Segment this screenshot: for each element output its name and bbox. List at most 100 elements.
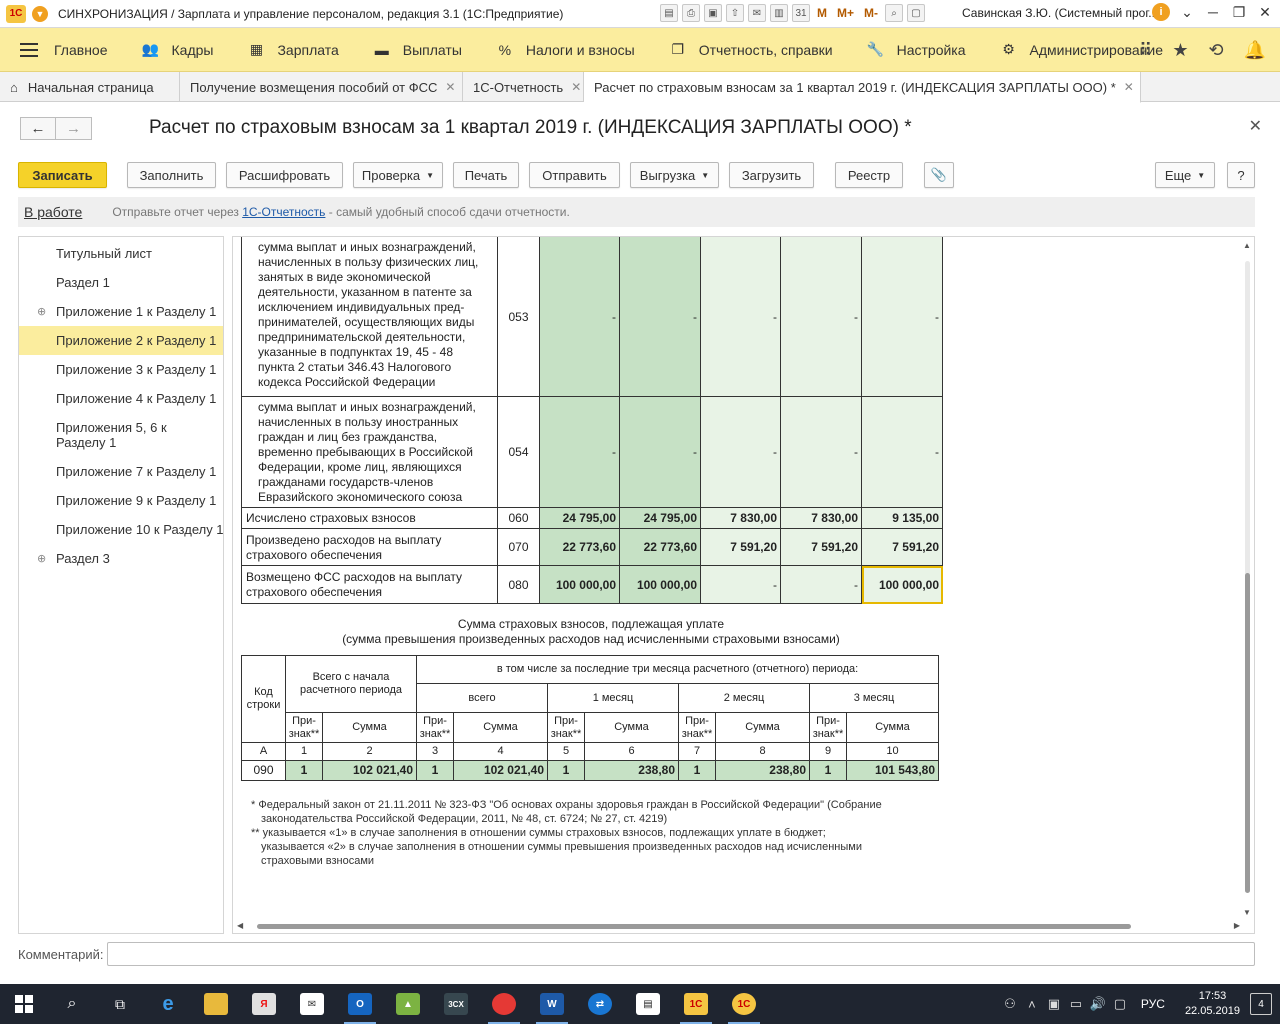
scroll-thumb[interactable]	[257, 924, 1131, 929]
cell-value[interactable]: 7 830,00	[780, 507, 862, 529]
scroll-up-icon[interactable]: ▲	[1243, 241, 1251, 250]
notifications-bell-icon[interactable]: 🔔	[1244, 40, 1266, 61]
task-view-button[interactable]: ⧉	[96, 984, 144, 1024]
nav-item-appendix-4[interactable]: Приложение 4 к Разделу 1	[19, 384, 223, 413]
cell-value[interactable]: 9 135,00	[861, 507, 943, 529]
restore-icon[interactable]: ❐	[1230, 4, 1248, 21]
chevron-up-icon[interactable]: ˄	[1021, 997, 1043, 1012]
cell-value[interactable]: -	[861, 237, 943, 397]
nav-item-appendix-9[interactable]: Приложение 9 к Разделу 1	[19, 486, 223, 515]
expand-plus-icon[interactable]: ⊕	[37, 305, 46, 320]
tab-insurance-report[interactable]: Расчет по страховым взносам за 1 квартал…	[584, 72, 1141, 103]
cell-value[interactable]: 100 000,00	[619, 565, 701, 604]
people-icon[interactable]: ⚇	[999, 996, 1021, 1012]
search-icon[interactable]: ⌕	[885, 4, 904, 22]
taskbar-app-edge[interactable]: e	[144, 984, 192, 1024]
print-button[interactable]: Печать	[453, 162, 519, 188]
favorites-star-icon[interactable]: ★	[1172, 40, 1188, 61]
taskbar-app-yandex[interactable]: Я	[240, 984, 288, 1024]
nav-item-appendix-3[interactable]: Приложение 3 к Разделу 1	[19, 355, 223, 384]
taskbar-app-explorer[interactable]	[192, 984, 240, 1024]
memory-button[interactable]: M	[814, 6, 830, 20]
cell-value[interactable]: 7 591,20	[861, 528, 943, 566]
system-clock[interactable]: 17:53 22.05.2019	[1185, 989, 1240, 1019]
tab-close-icon[interactable]: ✕	[1124, 80, 1134, 94]
cell-value[interactable]: 24 795,00	[539, 507, 620, 529]
upload-button[interactable]: Загрузить	[729, 162, 814, 188]
attachment-button[interactable]: 📎	[924, 162, 954, 188]
taskbar-app-1c[interactable]: 1С	[672, 984, 720, 1024]
display-icon[interactable]: ▭	[1065, 996, 1087, 1012]
info-icon[interactable]: i	[1152, 3, 1170, 21]
cell-value[interactable]: 7 830,00	[700, 507, 781, 529]
apps-grid-icon[interactable]: ⠿	[1139, 40, 1152, 61]
menu-item-staff[interactable]: 👥 Кадры	[142, 41, 214, 59]
nav-item-section-1[interactable]: Раздел 1	[19, 268, 223, 297]
print-icon[interactable]: ⎙	[682, 4, 700, 22]
cell-value[interactable]: -	[780, 396, 862, 508]
more-dropdown-button[interactable]: Еще ▼	[1155, 162, 1215, 188]
start-button[interactable]	[0, 984, 48, 1024]
network-icon[interactable]: ▣	[1043, 996, 1065, 1012]
taskbar-app-mail[interactable]: ✉	[288, 984, 336, 1024]
scroll-thumb[interactable]	[1245, 573, 1250, 893]
nav-item-appendix-5-6[interactable]: Приложения 5, 6 к Разделу 1	[19, 413, 223, 457]
save-doc-icon[interactable]: ▤	[660, 4, 678, 22]
menu-item-settings[interactable]: 🔧 Настройка	[867, 41, 966, 59]
registry-button[interactable]: Реестр	[835, 162, 903, 188]
app-menu-icon[interactable]: ▼	[32, 5, 48, 22]
tab-close-icon[interactable]: ✕	[571, 80, 581, 94]
cell-value[interactable]: -	[780, 565, 862, 604]
menu-item-main[interactable]: Главное	[54, 42, 108, 58]
taskbar-app-3cx[interactable]: 3CX	[432, 984, 480, 1024]
sum-cell[interactable]: 102 021,40	[453, 760, 548, 781]
cell-value[interactable]: 24 795,00	[619, 507, 701, 529]
nav-item-appendix-10[interactable]: Приложение 10 к Разделу 1	[19, 515, 223, 544]
forward-arrow-icon[interactable]: →	[56, 117, 92, 140]
taskbar-app-teamviewer[interactable]: ⇄	[576, 984, 624, 1024]
cell-value[interactable]: -	[539, 396, 620, 508]
mail-icon[interactable]: ✉	[748, 4, 766, 22]
report-sheet[interactable]: сумма выплат и иных вознаграждений, начи…	[232, 236, 1255, 934]
cell-value[interactable]: -	[619, 396, 701, 508]
memory-plus-button[interactable]: M+	[834, 6, 857, 20]
export-dropdown-button[interactable]: Выгрузка ▼	[630, 162, 719, 188]
sign-cell[interactable]: 1	[416, 760, 454, 781]
sign-cell[interactable]: 1	[809, 760, 847, 781]
cell-value[interactable]: -	[619, 237, 701, 397]
taskbar-app-media[interactable]: ▤	[624, 984, 672, 1024]
save-button[interactable]: Записать	[18, 162, 107, 188]
close-icon[interactable]: ✕	[1256, 4, 1274, 21]
taskbar-app-chrome[interactable]	[480, 984, 528, 1024]
nav-item-appendix-2[interactable]: Приложение 2 к Разделу 1	[19, 326, 223, 355]
sign-cell[interactable]: 1	[285, 760, 323, 781]
taskbar-app-android[interactable]: ▲	[384, 984, 432, 1024]
nav-item-appendix-1[interactable]: ⊕ Приложение 1 к Разделу 1	[19, 297, 223, 326]
scroll-left-icon[interactable]: ◀	[237, 921, 243, 930]
notification-center-button[interactable]: 4	[1250, 993, 1272, 1015]
scroll-right-icon[interactable]: ▶	[1234, 921, 1240, 930]
cell-value[interactable]: 7 591,20	[700, 528, 781, 566]
cell-value[interactable]: 100 000,00	[539, 565, 620, 604]
menu-item-salary[interactable]: ▦ Зарплата	[247, 41, 339, 59]
preview-icon[interactable]: ▣	[704, 4, 722, 22]
selected-cell[interactable]: 100 000,00	[861, 565, 943, 604]
hamburger-menu-icon[interactable]	[20, 42, 38, 57]
status-link[interactable]: В работе	[24, 204, 82, 220]
cell-value[interactable]: 22 773,60	[539, 528, 620, 566]
form-close-icon[interactable]: ✕	[1249, 116, 1262, 136]
cell-value[interactable]: -	[539, 237, 620, 397]
nav-item-section-3[interactable]: ⊕ Раздел 3	[19, 544, 223, 573]
cell-value[interactable]: -	[700, 237, 781, 397]
vertical-scrollbar[interactable]: ▲ ▼	[1240, 237, 1254, 921]
back-arrow-icon[interactable]: ←	[20, 117, 56, 140]
sum-cell[interactable]: 238,80	[584, 760, 679, 781]
window-layout-icon[interactable]: ▢	[907, 4, 926, 22]
taskbar-app-1c-second[interactable]: 1С	[720, 984, 768, 1024]
cell-value[interactable]: -	[780, 237, 862, 397]
tab-home[interactable]: ⌂ Начальная страница	[0, 72, 180, 102]
taskbar-app-outlook[interactable]: O	[336, 984, 384, 1024]
send-button[interactable]: Отправить	[529, 162, 620, 188]
cell-value[interactable]: -	[700, 396, 781, 508]
memory-minus-button[interactable]: M-	[861, 6, 881, 20]
